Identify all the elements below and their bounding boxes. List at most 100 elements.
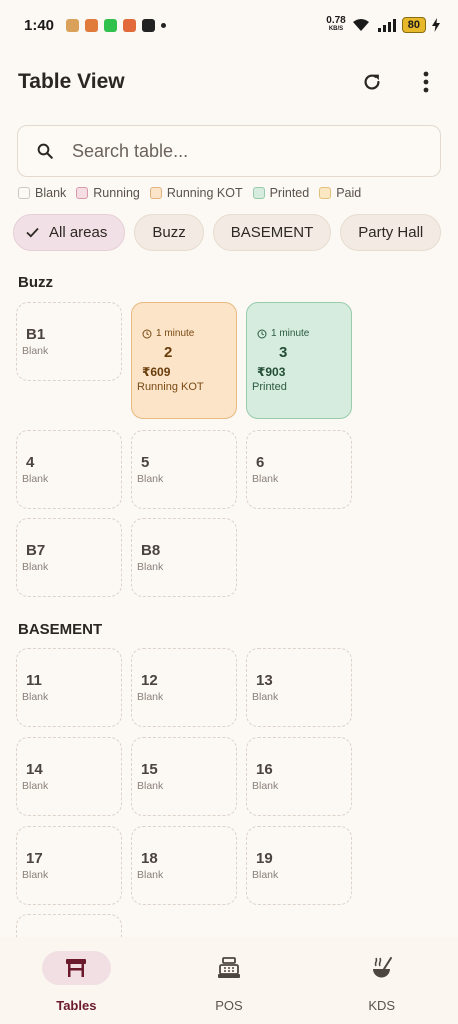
table-timer: 1 minute bbox=[257, 328, 309, 339]
table-card[interactable]: 4 Blank bbox=[16, 430, 122, 509]
page-title: Table View bbox=[18, 70, 125, 93]
table-status: Blank bbox=[22, 780, 49, 792]
table-number: 18 bbox=[141, 850, 158, 867]
table-card[interactable]: 1 minute 3 ₹903 Printed bbox=[246, 302, 352, 419]
table-status: Blank bbox=[22, 473, 49, 485]
table-timer: 1 minute bbox=[142, 328, 194, 339]
table-card[interactable]: 16 Blank bbox=[246, 737, 352, 816]
charging-icon bbox=[432, 18, 440, 32]
legend-swatch bbox=[319, 187, 332, 199]
check-icon bbox=[26, 227, 39, 238]
table-status: Blank bbox=[137, 561, 164, 573]
table-status: Printed bbox=[252, 381, 287, 393]
notification-icon bbox=[66, 18, 80, 32]
notification-icon bbox=[142, 18, 156, 32]
table-status: Blank bbox=[252, 780, 279, 792]
table-status: Blank bbox=[252, 869, 279, 881]
nav-indicator bbox=[347, 951, 416, 985]
search-input[interactable] bbox=[72, 140, 392, 162]
status-legend: Blank Running Running KOT Printed Paid bbox=[18, 186, 361, 200]
table-status: Blank bbox=[137, 691, 164, 703]
table-number: 3 bbox=[279, 344, 288, 361]
table-card[interactable]: 1 minute 2 ₹609 Running KOT bbox=[131, 302, 237, 419]
table-number: 2 bbox=[164, 344, 173, 361]
table-card[interactable]: 18 Blank bbox=[131, 826, 237, 905]
table-card[interactable]: 13 Blank bbox=[246, 648, 352, 727]
overflow-menu-button[interactable] bbox=[412, 68, 440, 96]
table-card[interactable]: 17 Blank bbox=[16, 826, 122, 905]
table-card[interactable]: B8 Blank bbox=[131, 518, 237, 597]
nav-item-pos[interactable]: POS bbox=[153, 937, 306, 1024]
table-number: 12 bbox=[141, 672, 158, 689]
search-bar[interactable] bbox=[17, 125, 441, 177]
notification-icon bbox=[123, 18, 137, 32]
table-status: Running KOT bbox=[137, 381, 204, 393]
cooking-pot-icon bbox=[372, 957, 392, 978]
table-card[interactable]: 12 Blank bbox=[131, 648, 237, 727]
more-notifications-icon bbox=[161, 22, 167, 28]
refresh-icon bbox=[364, 74, 380, 90]
area-filter-chips: All areas Buzz BASEMENT Party Hall bbox=[13, 214, 442, 251]
table-card[interactable]: B7 Blank bbox=[16, 518, 122, 597]
nav-item-kds[interactable]: KDS bbox=[305, 937, 458, 1024]
table-card[interactable]: 6 Blank bbox=[246, 430, 352, 509]
table-number: 4 bbox=[26, 454, 35, 471]
chip-label: Party Hall bbox=[358, 224, 424, 241]
nav-item-tables[interactable]: Tables bbox=[0, 937, 153, 1024]
table-amount: ₹609 bbox=[142, 365, 171, 379]
table-number: 19 bbox=[256, 850, 273, 867]
legend-item: Printed bbox=[252, 186, 310, 200]
table-icon bbox=[66, 959, 87, 977]
table-status: Blank bbox=[252, 473, 279, 485]
section-title: Buzz bbox=[18, 274, 53, 291]
app-bar: Table View bbox=[0, 50, 458, 114]
refresh-button[interactable] bbox=[358, 68, 386, 96]
legend-item: Running bbox=[76, 186, 140, 200]
clock-icon bbox=[257, 329, 267, 338]
table-card[interactable]: 14 Blank bbox=[16, 737, 122, 816]
legend-swatch bbox=[18, 187, 30, 199]
table-card[interactable]: B1 Blank bbox=[16, 302, 122, 381]
chip-party-hall[interactable]: Party Hall bbox=[340, 214, 442, 251]
nav-label: KDS bbox=[368, 998, 396, 1013]
more-vert-icon bbox=[423, 71, 429, 93]
battery-icon: 80 bbox=[401, 17, 426, 33]
table-number: 16 bbox=[256, 761, 273, 778]
table-status: Blank bbox=[22, 561, 49, 573]
chip-buzz[interactable]: Buzz bbox=[134, 214, 204, 251]
legend-label: Running KOT bbox=[166, 186, 243, 200]
chip-label: BASEMENT bbox=[230, 224, 314, 241]
table-card[interactable]: 5 Blank bbox=[131, 430, 237, 509]
nav-label: POS bbox=[215, 998, 243, 1013]
table-number: 14 bbox=[26, 761, 43, 778]
wifi-icon bbox=[352, 19, 369, 31]
legend-label: Blank bbox=[35, 186, 67, 200]
table-status: Blank bbox=[22, 691, 49, 703]
legend-swatch bbox=[76, 187, 89, 199]
table-card[interactable]: 15 Blank bbox=[131, 737, 237, 816]
legend-item: Paid bbox=[319, 186, 361, 200]
search-icon bbox=[37, 143, 53, 159]
table-amount: ₹903 bbox=[257, 365, 286, 379]
table-number: B8 bbox=[141, 542, 161, 559]
table-number: B1 bbox=[26, 326, 46, 343]
table-card[interactable]: 19 Blank bbox=[246, 826, 352, 905]
nav-indicator bbox=[195, 951, 264, 985]
legend-label: Paid bbox=[336, 186, 362, 200]
status-bar: 1:40 0.78 KB/S 80 bbox=[0, 0, 458, 50]
chip-all-areas[interactable]: All areas bbox=[13, 214, 126, 251]
table-status: Blank bbox=[22, 869, 49, 881]
table-card[interactable]: 11 Blank bbox=[16, 648, 122, 727]
chip-basement[interactable]: BASEMENT bbox=[212, 214, 332, 251]
table-number: 5 bbox=[141, 454, 150, 471]
table-status: Blank bbox=[137, 869, 164, 881]
table-number: 15 bbox=[141, 761, 158, 778]
table-status: Blank bbox=[137, 780, 164, 792]
table-number: 17 bbox=[26, 850, 43, 867]
chip-label: All areas bbox=[49, 224, 108, 241]
clock-icon bbox=[142, 329, 152, 338]
legend-label: Printed bbox=[269, 186, 310, 200]
table-number: 11 bbox=[26, 672, 42, 689]
notification-icon bbox=[104, 18, 118, 32]
notification-icon bbox=[85, 18, 99, 32]
